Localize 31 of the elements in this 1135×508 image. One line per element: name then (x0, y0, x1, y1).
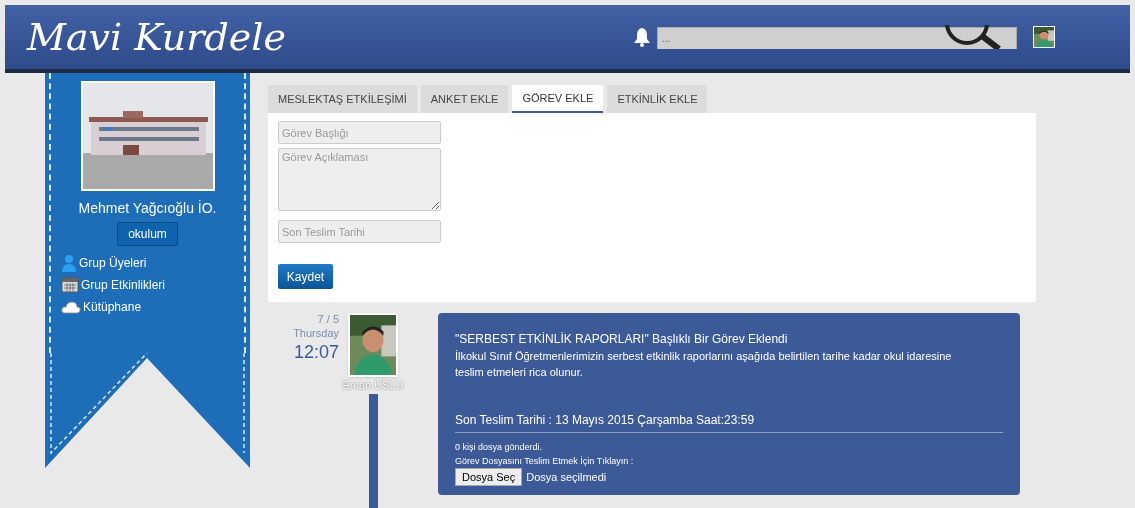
tab[interactable]: MESLEKTAŞ ETKİLEŞİMİ (268, 85, 417, 113)
tab[interactable]: ETKİNLİK EKLE (607, 85, 708, 113)
tab[interactable]: GÖREV EKLE (512, 85, 604, 113)
file-status: Dosya seçilmedi (526, 469, 607, 485)
upload-prompt: Görev Dosyasını Teslim Etmek İçin Tıklayın : (455, 454, 635, 468)
tab[interactable]: ANKET EKLE (420, 85, 509, 113)
sidebar-link[interactable]: Kütüphane (61, 298, 244, 316)
cloud-icon (61, 300, 81, 314)
author-photo[interactable] (348, 313, 398, 377)
school-name: Mehmet Yağcıoğlu İO. (78, 199, 217, 218)
search-field[interactable]: ... (657, 26, 1017, 49)
save-button[interactable]: Kaydet (278, 264, 333, 289)
site-logo[interactable]: Mavi Kurdele (27, 18, 286, 56)
sidebar-link[interactable]: Grup Etkinlikleri (61, 276, 244, 294)
post-weekday: Thursday (293, 326, 339, 341)
okulum-button[interactable]: okulum (117, 222, 178, 246)
post-date: 7 / 5 (317, 313, 339, 327)
deadline-field[interactable]: Son Teslim Tarihi (278, 220, 441, 243)
post-time: 12:07 (293, 340, 339, 363)
avatar[interactable] (1033, 26, 1055, 48)
sent-count: 0 kişi dosya gönderdi. (455, 441, 544, 454)
sidebar-link[interactable]: Grup Üyeleri (61, 254, 244, 272)
bell-icon[interactable] (633, 27, 651, 47)
task-description-field[interactable]: Görev Açıklaması (278, 148, 441, 211)
post-body: İlkokul Sınıf Öğretmenlerimizin serbest etkinlik raporlarını aşağıda belirtilen tarihe kadar okul idaresine teslim etmeleri rica olunur. (455, 349, 953, 380)
calendar-icon (61, 277, 79, 293)
person-icon (61, 254, 77, 272)
post-title: "SERBEST ETKİNLİK RAPORLARI" Başlıklı Bir Görev Eklendi (455, 331, 789, 348)
post-deadline: Son Teslim Tarihi : 13 Mayıs 2015 Çarşamba Saat:23:59 (455, 411, 1003, 433)
task-title-field[interactable]: Görev Başlığı (278, 121, 441, 144)
choose-file-button[interactable]: Dosya Seç (455, 468, 523, 486)
